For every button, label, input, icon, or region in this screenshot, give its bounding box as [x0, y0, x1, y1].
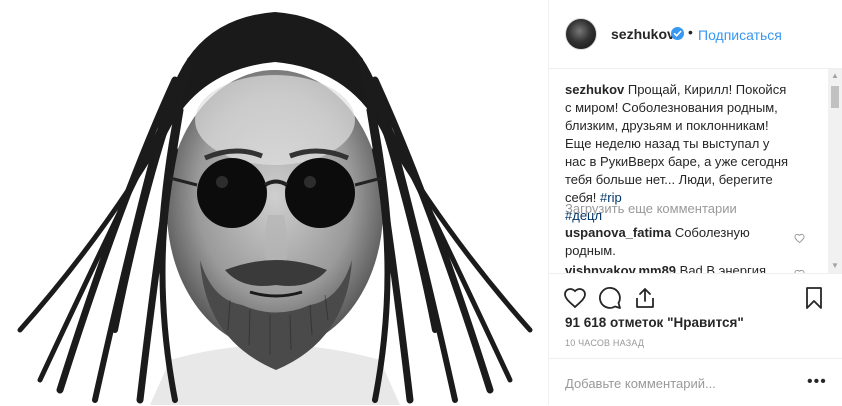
photo-image [0, 0, 548, 405]
comments-scrollbar[interactable]: ▲ ▼ [828, 69, 842, 273]
small-heart-icon[interactable] [794, 233, 805, 244]
caption-username[interactable]: sezhukov [565, 82, 624, 97]
more-options-icon[interactable]: ••• [807, 374, 827, 390]
action-bar [549, 273, 842, 318]
verified-badge-icon [671, 27, 684, 40]
follow-button[interactable]: Подписаться [698, 27, 782, 43]
header-username[interactable]: sezhukov [611, 26, 675, 42]
likes-count[interactable]: 91 618 отметок "Нравится" [565, 315, 744, 330]
heart-icon[interactable] [563, 286, 587, 310]
post-sidebar: sezhukov • Подписаться sezhukov Прощай, … [548, 0, 842, 405]
comment-bubble-icon[interactable] [598, 286, 622, 310]
share-icon[interactable] [633, 286, 657, 310]
comment-item: vishnyakov.mm89 Bad В энергия [565, 262, 785, 273]
scrollbar-thumb[interactable] [831, 86, 839, 108]
load-more-comments-button[interactable]: Загрузить еще комментарии [565, 201, 737, 216]
post-timestamp[interactable]: 10 ЧАСОВ НАЗАД [565, 338, 644, 348]
add-comment-bar: ••• [549, 358, 842, 406]
scroll-up-arrow-icon[interactable]: ▲ [828, 69, 842, 83]
comment-username[interactable]: vishnyakov.mm89 [565, 263, 676, 273]
avatar[interactable] [565, 18, 597, 50]
comment-item: uspanova_fatima Соболезную родным. [565, 224, 765, 260]
caption-text: Прощай, Кирилл! Покойся с миром! Соболез… [565, 82, 789, 205]
comment-username[interactable]: uspanova_fatima [565, 225, 671, 240]
post-photo[interactable] [0, 0, 548, 405]
bookmark-icon[interactable] [802, 286, 826, 310]
post-header: sezhukov • Подписаться [549, 0, 842, 69]
comment-input[interactable] [563, 372, 787, 394]
separator-dot: • [688, 24, 693, 40]
comment-text: Bad В энергия [676, 263, 766, 273]
comments-list[interactable]: sezhukov Прощай, Кирилл! Покойся с миром… [549, 69, 827, 273]
scroll-down-arrow-icon[interactable]: ▼ [828, 259, 842, 273]
